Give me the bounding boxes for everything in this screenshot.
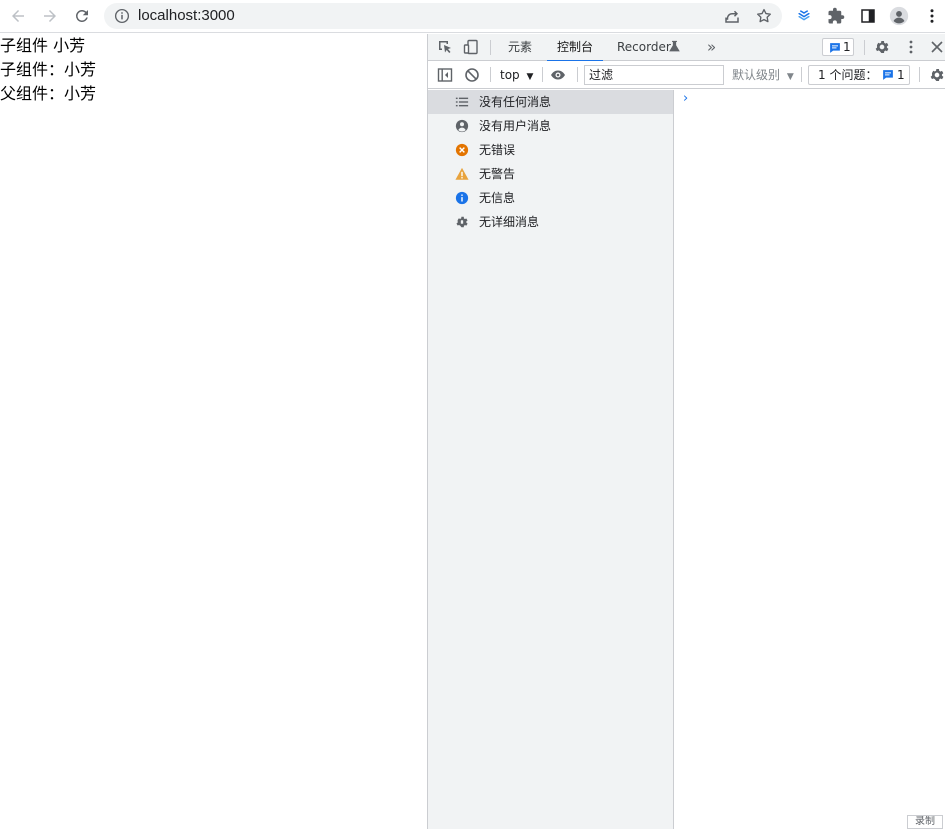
extension-layers-button[interactable] [794,6,814,26]
browser-menu-button[interactable] [922,6,942,26]
arrow-left-icon [12,10,24,22]
console-prompt-chevron-icon[interactable]: › [683,91,688,106]
devtools-menu-icon[interactable] [903,39,919,55]
console-output[interactable]: › 录制 [675,90,945,829]
flask-icon [669,40,680,52]
sidebar-item-label: 无警告 [479,167,516,181]
reload-icon [75,9,88,22]
tab-console[interactable]: 控制台 [546,34,604,62]
site-info-icon[interactable] [113,7,131,25]
issues-counter-button[interactable]: 1 [822,38,854,56]
log-level-value: 默认级别 [732,68,781,82]
close-icon[interactable] [929,39,945,55]
page-viewport: 子组件 小芳 子组件：小芳 父组件：小芳 [0,34,427,829]
devtools-tab-bar: 元素 控制台 Recorder » 1 [428,34,945,62]
page-text-line: 子组件 小芳 [0,36,86,55]
toolbar-separator [542,67,543,82]
tab-separator [864,40,865,55]
back-button[interactable] [5,4,31,28]
inspect-element-icon[interactable] [437,39,453,55]
bookmark-star-icon[interactable] [755,7,773,25]
side-panel-icon [861,9,875,23]
issues-badge-count: 1 [843,40,851,54]
filter-input[interactable]: 过滤 [584,65,724,85]
sidebar-item-label: 没有任何消息 [479,95,552,109]
sidebar-toggle-icon[interactable] [437,67,453,83]
toolbar-separator [577,67,578,82]
tab-recorder[interactable]: Recorder [617,34,671,61]
drawer-record-button[interactable]: 录制 [907,815,943,829]
url-text: localhost:3000 [138,7,235,24]
side-panel-button[interactable] [858,6,878,26]
sidebar-item-errors[interactable]: 无错误 [428,138,673,162]
reload-button[interactable] [69,4,95,28]
sidebar-item-label: 无详细消息 [479,215,540,229]
sidebar-item-warnings[interactable]: 无警告 [428,162,673,186]
list-icon [455,97,469,107]
console-settings-gear-icon[interactable] [929,67,945,83]
issues-count: 1 [897,68,905,82]
context-selector[interactable]: top ▼ [500,65,533,87]
log-level-selector[interactable]: 默认级别 ▼ [732,65,794,87]
toolbar-separator [490,67,491,82]
kebab-menu-icon [930,9,934,23]
more-tabs-button[interactable]: » [707,34,716,61]
message-icon [830,43,840,53]
error-icon [455,143,469,157]
sidebar-item-label: 无信息 [479,191,516,205]
user-icon [455,119,469,133]
sidebar-item-label: 无错误 [479,143,516,157]
share-icon[interactable] [723,7,741,25]
eye-icon[interactable] [550,67,566,83]
forward-button[interactable] [37,4,63,28]
device-toolbar-icon[interactable] [463,39,479,55]
arrow-right-icon [44,10,56,22]
browser-toolbar: localhost:3000 [0,0,945,33]
bug-icon [456,216,468,228]
console-sidebar: 没有任何消息 没有用户消息 无错误 无警告 无信息 无详细消息 [428,90,674,829]
puzzle-icon [828,7,845,24]
tab-elements[interactable]: 元素 [508,34,532,61]
toolbar-separator [919,67,920,82]
address-bar[interactable]: localhost:3000 [104,3,782,29]
profile-button[interactable] [889,6,909,26]
sidebar-item-all-messages[interactable]: 没有任何消息 [428,90,673,114]
tab-separator [490,40,491,55]
sidebar-item-user-messages[interactable]: 没有用户消息 [428,114,673,138]
extensions-button[interactable] [826,6,846,26]
settings-gear-icon[interactable] [874,39,890,55]
sidebar-item-info[interactable]: 无信息 [428,186,673,210]
dropdown-arrow-icon: ▼ [526,72,534,82]
sidebar-item-label: 没有用户消息 [479,119,552,133]
sidebar-item-verbose[interactable]: 无详细消息 [428,210,673,234]
page-text-line: 子组件：小芳 [0,60,97,79]
layers-icon [798,10,810,21]
info-icon [455,191,469,205]
page-text-line: 父组件：小芳 [0,84,97,103]
dropdown-arrow-icon: ▼ [786,72,794,82]
devtools-panel: 元素 控制台 Recorder » 1 top ▼ 过滤 默认级别 ▼ 1 个问… [427,34,945,829]
clear-console-icon[interactable] [464,67,480,83]
issues-button[interactable]: 1 个问题： 1 [808,65,910,85]
console-toolbar: top ▼ 过滤 默认级别 ▼ 1 个问题： 1 [428,61,945,89]
message-icon [883,70,893,80]
avatar-icon [889,6,909,26]
context-selector-value: top [500,68,520,82]
toolbar-separator [801,67,802,82]
warning-icon [455,167,469,180]
issues-label: 1 个问题： [818,68,878,82]
